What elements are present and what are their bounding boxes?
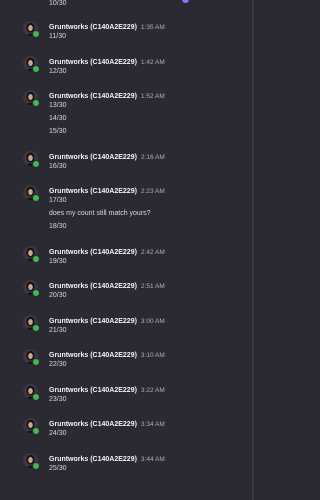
chat-message-list[interactable]: 10/30 Gruntworks (C140A2E229) 1:35 AM 11/3…	[0, 0, 254, 500]
timestamp: 1:52 AM	[140, 93, 165, 100]
message-header: Gruntworks (C140A2E229) 2:16 AM	[49, 150, 165, 161]
message-list: 25/30	[49, 464, 67, 477]
message-list: 23/30	[49, 395, 67, 408]
online-status-icon	[32, 194, 40, 202]
message-header: Gruntworks (C140A2E229) 1:52 AM	[49, 89, 165, 100]
online-status-icon	[32, 289, 40, 297]
message-text: 14/30	[49, 115, 67, 122]
message-header: Gruntworks (C140A2E229) 2:51 AM	[49, 279, 165, 290]
username[interactable]: Gruntworks (C140A2E229)	[49, 352, 137, 359]
timestamp: 2:51 AM	[140, 283, 165, 290]
message-header: Gruntworks (C140A2E229) 3:44 AM	[49, 452, 165, 463]
message-list: 21/30	[49, 326, 67, 339]
message-text: does my count still match yours?	[49, 210, 151, 217]
message-header: Gruntworks (C140A2E229) 1:42 AM	[49, 55, 165, 66]
message-text: 24/30	[49, 430, 67, 437]
message-text: 17/30	[49, 197, 67, 204]
message-text: 15/30	[49, 128, 67, 135]
timestamp: 3:10 AM	[140, 352, 165, 359]
message-text: 16/30	[49, 163, 67, 170]
username[interactable]: Gruntworks (C140A2E229)	[49, 24, 137, 31]
online-status-icon	[32, 160, 40, 168]
message-list: 20/30	[49, 291, 67, 304]
message-header: Gruntworks (C140A2E229) 2:23 AM	[49, 184, 165, 195]
message-list: 12/30	[49, 67, 67, 80]
message-list: 19/30	[49, 257, 67, 270]
timestamp: 1:42 AM	[140, 59, 165, 66]
message-header: Gruntworks (C140A2E229) 3:34 AM	[49, 417, 165, 428]
message-text: 11/30	[49, 33, 66, 40]
message-text: 18/30	[49, 223, 67, 230]
message-header: Gruntworks (C140A2E229) 2:42 AM	[49, 245, 165, 256]
message-text: 23/30	[49, 396, 67, 403]
username[interactable]: Gruntworks (C140A2E229)	[49, 318, 137, 325]
username[interactable]: Gruntworks (C140A2E229)	[49, 93, 137, 100]
timestamp: 3:22 AM	[140, 387, 165, 394]
message-text: 12/30	[49, 68, 67, 75]
username[interactable]: Gruntworks (C140A2E229)	[49, 188, 137, 195]
username[interactable]: Gruntworks (C140A2E229)	[49, 154, 137, 161]
message-header: Gruntworks (C140A2E229) 1:35 AM	[49, 20, 165, 31]
message-list: 16/30	[49, 162, 67, 175]
username[interactable]: Gruntworks (C140A2E229)	[49, 59, 137, 66]
message-text: 20/30	[49, 292, 67, 299]
online-status-icon	[32, 30, 40, 38]
timestamp: 3:00 AM	[140, 318, 165, 325]
message-header: Gruntworks (C140A2E229) 3:10 AM	[49, 348, 165, 359]
scrollbar-track[interactable]	[252, 0, 254, 500]
message-list: 24/30	[49, 429, 67, 442]
message-list: 11/30	[49, 32, 66, 45]
message-list: 22/30	[49, 360, 67, 373]
timestamp: 2:42 AM	[140, 249, 165, 256]
timestamp: 2:16 AM	[140, 154, 165, 161]
username[interactable]: Gruntworks (C140A2E229)	[49, 283, 137, 290]
timestamp: 3:44 AM	[140, 456, 165, 463]
message-text: 21/30	[49, 327, 67, 334]
message-text: 19/30	[49, 258, 67, 265]
online-status-icon	[32, 427, 40, 435]
message-text: 25/30	[49, 465, 67, 472]
message-list: 13/30 14/30 15/30	[49, 101, 67, 140]
message-header: Gruntworks (C140A2E229) 3:22 AM	[49, 383, 165, 394]
message-header: Gruntworks (C140A2E229) 3:00 AM	[49, 314, 165, 325]
new-messages-indicator[interactable]	[182, 0, 189, 3]
online-status-icon	[32, 324, 40, 332]
message-text: 22/30	[49, 361, 67, 368]
username[interactable]: Gruntworks (C140A2E229)	[49, 387, 137, 394]
message-text: 13/30	[49, 102, 67, 109]
online-status-icon	[32, 462, 40, 470]
online-status-icon	[32, 255, 40, 263]
username[interactable]: Gruntworks (C140A2E229)	[49, 421, 137, 428]
online-status-icon	[32, 65, 40, 73]
username[interactable]: Gruntworks (C140A2E229)	[49, 456, 137, 463]
timestamp: 2:23 AM	[140, 188, 165, 195]
timestamp: 3:34 AM	[140, 421, 165, 428]
timestamp: 1:35 AM	[140, 24, 165, 31]
username[interactable]: Gruntworks (C140A2E229)	[49, 249, 137, 256]
message-text: 10/30	[49, 0, 67, 7]
message-list: 17/30 does my count still match yours? 18/…	[49, 196, 151, 235]
online-status-icon	[32, 393, 40, 401]
online-status-icon	[32, 99, 40, 107]
online-status-icon	[32, 358, 40, 366]
